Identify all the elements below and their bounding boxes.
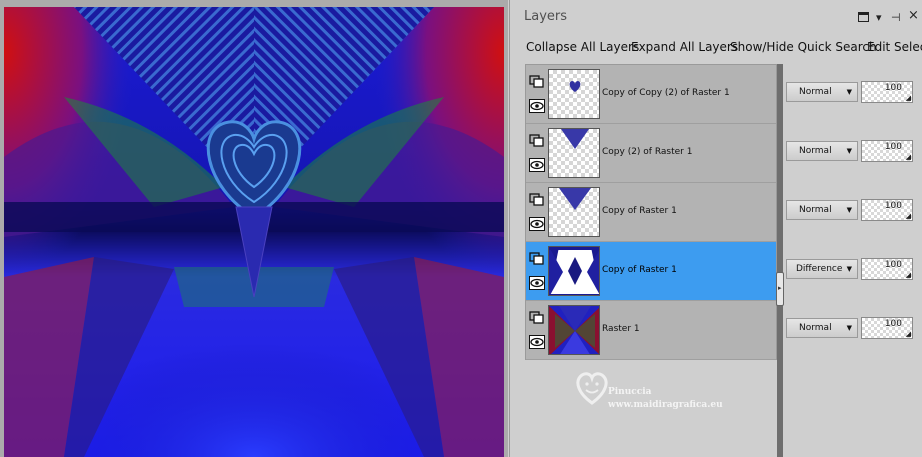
mask-icon[interactable] <box>529 251 545 265</box>
chevron-down-icon: ▼ <box>846 147 852 155</box>
layers-panel: Layers ▾ ⊣ × Collapse All Layers Expand … <box>509 0 922 457</box>
opacity-field[interactable]: 100 ◢ <box>861 81 913 103</box>
eye-icon[interactable] <box>529 216 545 231</box>
blend-mode-value: Normal <box>799 205 832 215</box>
layer-thumbnail <box>548 187 600 237</box>
chevron-right-icon: ▸ <box>778 284 782 292</box>
blend-mode-value: Normal <box>799 146 832 156</box>
chevron-down-icon: ▼ <box>846 324 852 332</box>
blend-mode-select[interactable]: Difference ▼ <box>786 259 858 279</box>
chevron-down-icon: ▼ <box>846 88 852 96</box>
blend-mode-select[interactable]: Normal ▼ <box>786 318 858 338</box>
mask-icon[interactable] <box>529 192 545 206</box>
panel-menu-icon[interactable] <box>858 12 869 22</box>
layer-name: Copy (2) of Raster 1 <box>602 147 693 157</box>
chevron-down-icon: ▼ <box>846 206 852 214</box>
layer-name: Copy of Raster 1 <box>602 265 677 275</box>
kaleidoscope-artwork <box>4 7 504 457</box>
pin-icon[interactable]: ⊣ <box>891 12 901 24</box>
mask-icon[interactable] <box>529 133 545 147</box>
opacity-value: 100 <box>884 319 902 329</box>
eye-icon[interactable] <box>529 334 545 349</box>
panel-title: Layers <box>524 9 568 24</box>
resize-corner-icon: ◢ <box>905 94 911 102</box>
layer-row[interactable]: Copy (2) of Raster 1 <box>526 124 776 183</box>
chevron-down-icon[interactable]: ▾ <box>876 12 882 24</box>
eye-icon[interactable] <box>529 157 545 172</box>
edit-selection-button[interactable]: Edit Selection <box>867 40 922 54</box>
layer-thumbnail <box>548 305 600 355</box>
opacity-field[interactable]: 100 ◢ <box>861 140 913 162</box>
layer-thumbnail <box>548 128 600 178</box>
eye-icon[interactable] <box>529 98 545 113</box>
chevron-down-icon: ▼ <box>846 265 852 273</box>
layer-thumbnail <box>548 69 600 119</box>
opacity-field[interactable]: 100 ◢ <box>861 258 913 280</box>
layer-name: Copy of Copy (2) of Raster 1 <box>602 88 730 98</box>
blend-mode-value: Normal <box>799 87 832 97</box>
mask-icon[interactable] <box>529 310 545 324</box>
resize-corner-icon: ◢ <box>905 330 911 338</box>
opacity-value: 100 <box>884 201 902 211</box>
opacity-value: 100 <box>884 142 902 152</box>
collapse-all-layers-button[interactable]: Collapse All Layers <box>526 40 639 54</box>
layer-row-selected[interactable]: Copy of Raster 1 <box>526 242 776 301</box>
canvas-image[interactable] <box>4 7 504 457</box>
layer-row[interactable]: Raster 1 <box>526 301 776 360</box>
show-hide-quick-search-button[interactable]: Show/Hide Quick Search <box>730 40 877 54</box>
resize-corner-icon: ◢ <box>905 153 911 161</box>
scroll-handle[interactable]: ▸ <box>776 272 784 306</box>
layer-list-scrollbar[interactable] <box>777 64 783 457</box>
opacity-value: 100 <box>884 83 902 93</box>
opacity-field[interactable]: 100 ◢ <box>861 199 913 221</box>
watermark: Pinuccia www.maidiragrafica.eu <box>572 367 752 417</box>
opacity-value: 100 <box>884 260 902 270</box>
panel-toolbar: Collapse All Layers Expand All Layers Sh… <box>510 34 922 60</box>
watermark-name: Pinuccia <box>608 387 652 397</box>
blend-mode-select[interactable]: Normal ▼ <box>786 200 858 220</box>
eye-icon[interactable] <box>529 275 545 290</box>
layer-row[interactable]: Copy of Copy (2) of Raster 1 <box>526 65 776 124</box>
expand-all-layers-button[interactable]: Expand All Layers <box>631 40 738 54</box>
resize-corner-icon: ◢ <box>905 212 911 220</box>
layer-name: Copy of Raster 1 <box>602 206 677 216</box>
blend-mode-value: Normal <box>799 323 832 333</box>
canvas-area[interactable] <box>0 0 508 457</box>
watermark-url: www.maidiragrafica.eu <box>608 400 723 410</box>
mask-icon[interactable] <box>529 74 545 88</box>
blend-mode-value: Difference <box>796 264 843 274</box>
blend-mode-select[interactable]: Normal ▼ <box>786 141 858 161</box>
panel-titlebar[interactable]: Layers ▾ ⊣ × <box>510 0 922 34</box>
layer-thumbnail <box>548 246 600 296</box>
layer-name: Raster 1 <box>602 324 640 334</box>
layer-row[interactable]: Copy of Raster 1 <box>526 183 776 242</box>
heart-logo-icon <box>576 372 608 405</box>
blend-mode-select[interactable]: Normal ▼ <box>786 82 858 102</box>
layer-list: Copy of Copy (2) of Raster 1 Copy (2) of… <box>525 64 777 360</box>
close-icon[interactable]: × <box>908 9 919 22</box>
opacity-field[interactable]: 100 ◢ <box>861 317 913 339</box>
resize-corner-icon: ◢ <box>905 271 911 279</box>
